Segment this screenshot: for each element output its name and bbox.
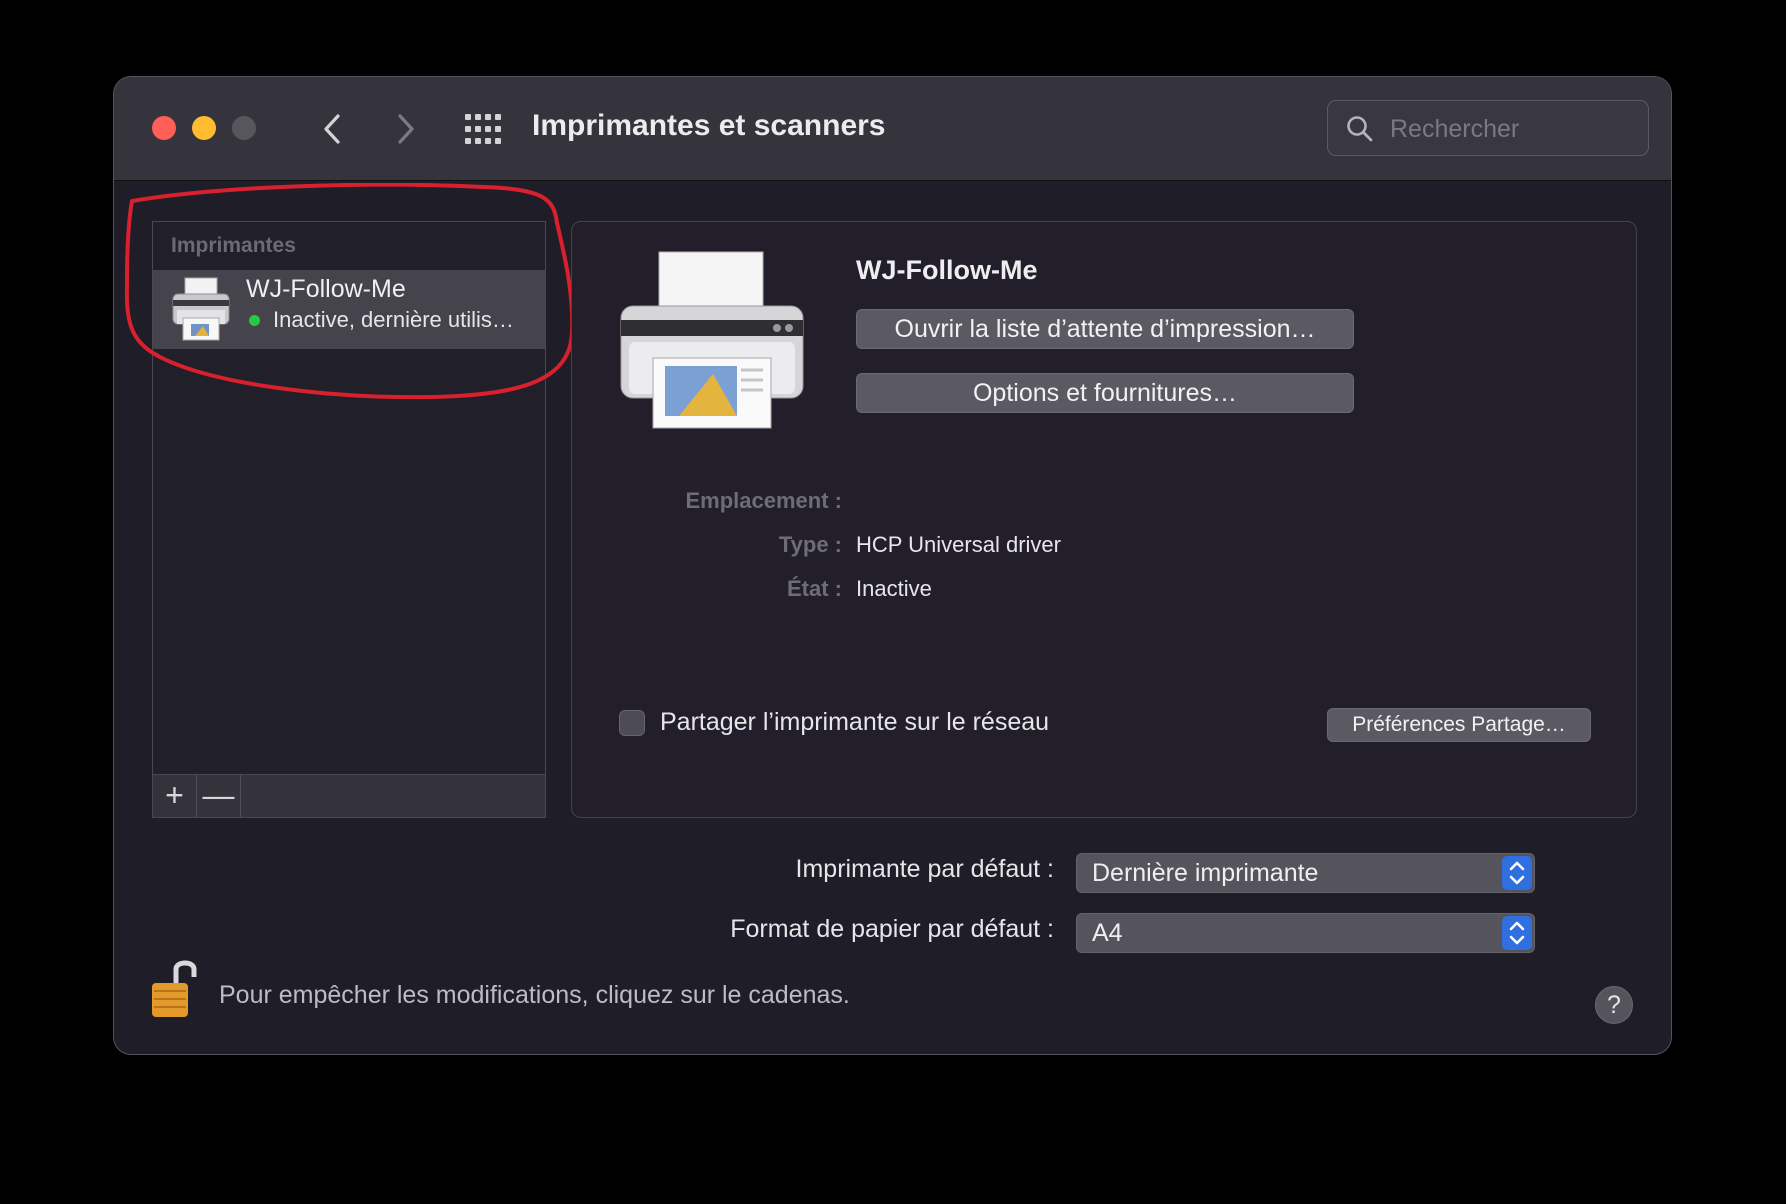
search-input[interactable] [1388, 111, 1632, 147]
grid-icon [465, 114, 501, 144]
forward-button[interactable] [388, 109, 424, 149]
share-printer-label[interactable]: Partager l’imprimante sur le réseau [660, 708, 1049, 737]
close-button[interactable] [152, 116, 176, 140]
show-all-button[interactable] [464, 113, 502, 145]
selected-printer-name: WJ-Follow-Me [856, 255, 1038, 285]
back-button[interactable] [314, 109, 350, 149]
options-supplies-button[interactable]: Options et fournitures… [856, 373, 1354, 413]
chevron-left-icon [324, 114, 340, 144]
window-title: Imprimantes et scanners [532, 109, 886, 142]
printer-icon [620, 251, 804, 429]
share-printer-checkbox[interactable] [619, 710, 645, 736]
type-value: HCP Universal driver [856, 532, 1061, 557]
location-label: Emplacement : [685, 488, 843, 513]
open-print-queue-button[interactable]: Ouvrir la liste d’attente d’impression… [856, 309, 1354, 349]
list-footer: + — [153, 774, 545, 817]
remove-printer-button[interactable]: — [197, 775, 241, 817]
default-paper-value: A4 [1092, 919, 1123, 947]
printer-detail-panel: WJ-Follow-Me Ouvrir la liste d’attente d… [571, 221, 1637, 818]
help-button[interactable]: ? [1595, 986, 1633, 1024]
state-label: État : [787, 576, 842, 601]
add-printer-button[interactable]: + [153, 775, 197, 817]
default-printer-value: Dernière imprimante [1092, 859, 1319, 887]
printer-icon [172, 277, 230, 341]
state-value: Inactive [856, 576, 932, 601]
default-paper-label: Format de papier par défaut : [730, 915, 1054, 943]
default-printer-select[interactable]: Dernière imprimante [1076, 853, 1535, 893]
default-paper-select[interactable]: A4 [1076, 913, 1535, 953]
chevron-right-icon [398, 114, 414, 144]
status-indicator [249, 315, 260, 326]
sharing-preferences-button[interactable]: Préférences Partage… [1327, 708, 1591, 742]
preferences-window: Imprimantes et scanners Imprimantes WJ-F… [113, 76, 1672, 1055]
printers-list-panel: Imprimantes WJ-Follow-Me Inactive, derni… [152, 221, 546, 818]
search-icon [1347, 116, 1373, 142]
minimize-button[interactable] [192, 116, 216, 140]
zoom-button[interactable] [232, 116, 256, 140]
printer-list-item[interactable]: WJ-Follow-Me Inactive, dernière utilis… [153, 270, 545, 349]
titlebar: Imprimantes et scanners [114, 77, 1671, 181]
chevron-updown-icon [1502, 856, 1532, 890]
search-field[interactable] [1327, 100, 1649, 156]
printers-list-header: Imprimantes [171, 234, 296, 257]
unlocked-padlock-icon[interactable] [150, 955, 200, 1019]
printer-name: WJ-Follow-Me [246, 275, 406, 303]
type-label: Type : [778, 532, 842, 557]
default-printer-label: Imprimante par défaut : [795, 855, 1054, 883]
lock-message: Pour empêcher les modifications, cliquez… [219, 981, 850, 1009]
printer-status: Inactive, dernière utilis… [273, 307, 514, 332]
chevron-updown-icon [1502, 916, 1532, 950]
